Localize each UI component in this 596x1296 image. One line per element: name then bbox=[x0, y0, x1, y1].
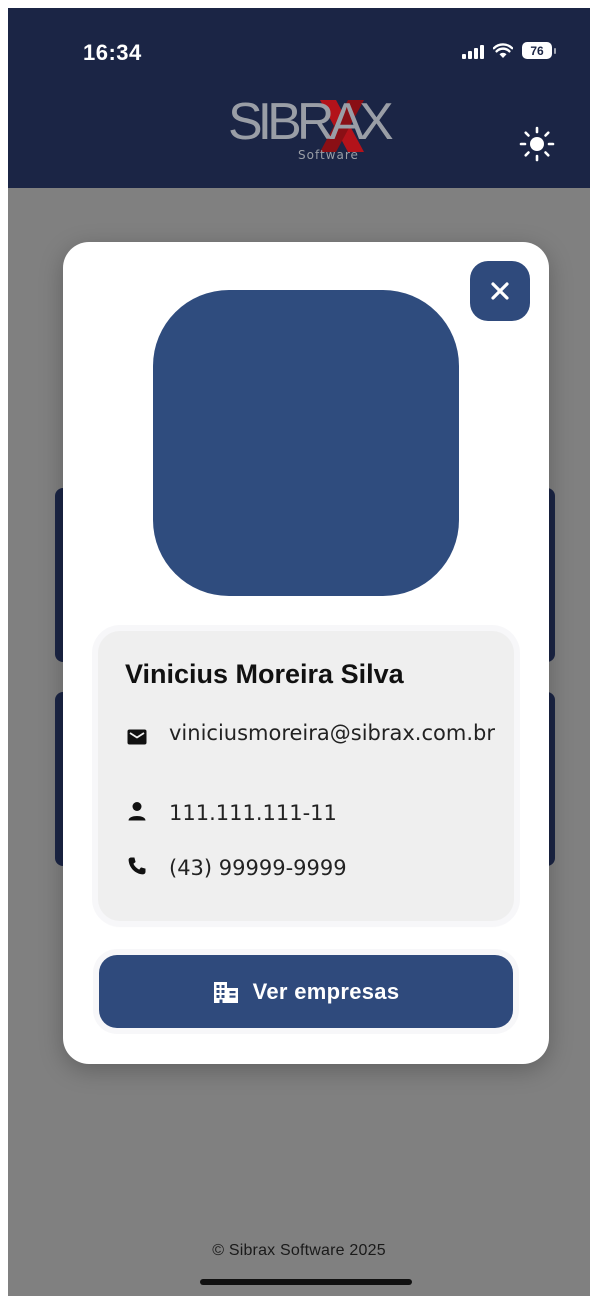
email-row: viniciusmoreira@sibrax.com.br bbox=[125, 719, 509, 749]
see-companies-button[interactable]: Ver empresas bbox=[99, 955, 513, 1028]
app-screen: 16:34 76 SIBRAX Software © Sibrax Softwa… bbox=[8, 8, 590, 1296]
profile-name: Vinicius Moreira Silva bbox=[125, 659, 404, 689]
status-icons: 76 bbox=[462, 42, 556, 59]
phone-icon bbox=[125, 854, 149, 878]
person-icon bbox=[125, 799, 149, 823]
status-time: 16:34 bbox=[83, 40, 142, 65]
home-indicator[interactable] bbox=[200, 1279, 412, 1285]
footer-copyright: © Sibrax Software 2025 bbox=[212, 1242, 386, 1259]
close-icon bbox=[491, 282, 509, 300]
profile-info-card: Vinicius Moreira Silva viniciusmoreira@s… bbox=[98, 631, 514, 921]
close-button[interactable] bbox=[470, 261, 530, 321]
building-icon bbox=[213, 981, 238, 1003]
document-row: 111.111.111-11 bbox=[125, 799, 337, 828]
theme-toggle-button[interactable] bbox=[518, 125, 556, 163]
battery-icon: 76 bbox=[522, 42, 556, 59]
see-companies-label: Ver empresas bbox=[252, 978, 400, 1004]
mail-icon bbox=[125, 725, 149, 749]
phone-row: (43) 99999-9999 bbox=[125, 854, 347, 883]
logo-subtitle: Software bbox=[298, 148, 359, 162]
wifi-icon bbox=[493, 42, 513, 58]
profile-phone: (43) 99999-9999 bbox=[169, 856, 347, 880]
logo-text: SIBRAX bbox=[228, 93, 394, 151]
signal-icon bbox=[462, 43, 484, 59]
profile-document: 111.111.111-11 bbox=[169, 801, 337, 825]
profile-modal: Vinicius Moreira Silva viniciusmoreira@s… bbox=[63, 242, 549, 1064]
sun-icon bbox=[519, 126, 555, 162]
profile-email: viniciusmoreira@sibrax.com.br bbox=[169, 721, 495, 745]
sibrax-logo: SIBRAX Software bbox=[228, 92, 394, 164]
app-bar: 16:34 76 SIBRAX Software bbox=[8, 8, 590, 188]
avatar bbox=[153, 290, 459, 596]
